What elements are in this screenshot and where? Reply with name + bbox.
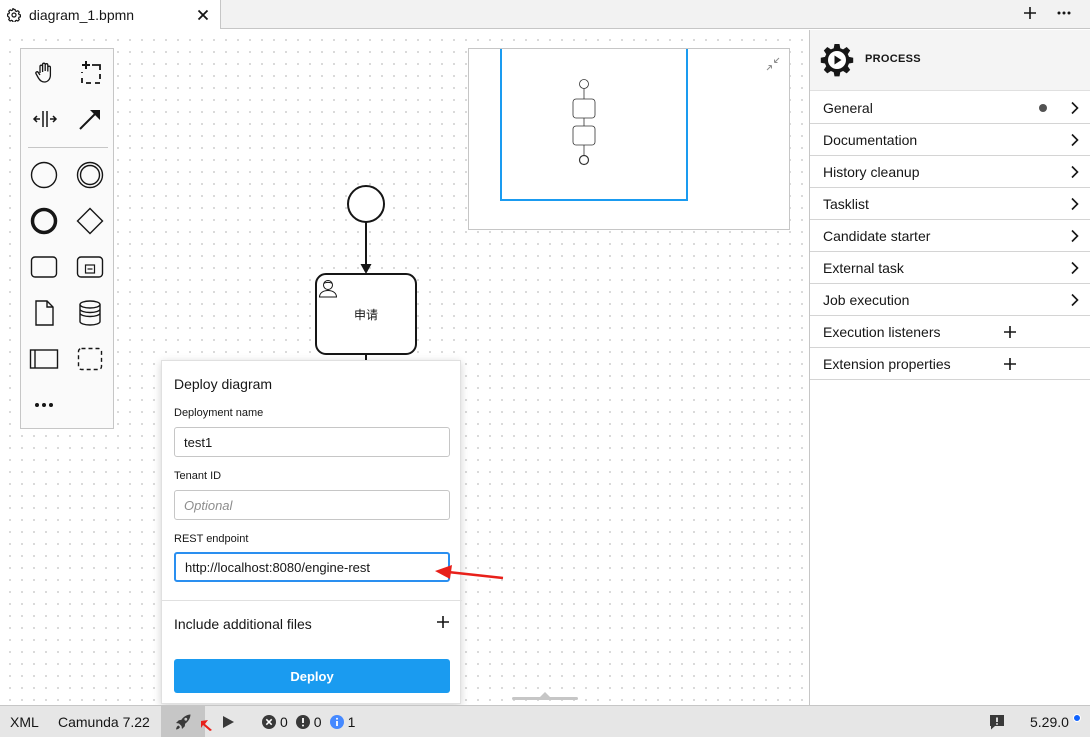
- group-job-execution[interactable]: Job execution: [810, 284, 1090, 316]
- rocket-icon: [176, 714, 191, 730]
- start-event-icon[interactable]: [28, 159, 60, 191]
- deploy-dialog-title: Deploy diagram: [174, 376, 273, 392]
- plus-icon[interactable]: [1003, 325, 1017, 339]
- rest-endpoint-label: REST endpoint: [174, 533, 249, 545]
- tab-diagram[interactable]: diagram_1.bpmn: [0, 0, 221, 29]
- group-candidate-starter[interactable]: Candidate starter: [810, 220, 1090, 252]
- gateway-icon[interactable]: [74, 205, 106, 237]
- play-icon[interactable]: [221, 715, 235, 729]
- error-count: 0: [280, 714, 288, 730]
- properties-header: PROCESS: [810, 30, 1090, 91]
- tabbar-actions: [1022, 5, 1072, 21]
- pool-icon[interactable]: [28, 343, 60, 375]
- more-icon[interactable]: [1056, 5, 1072, 21]
- sequence-flow[interactable]: [360, 222, 372, 274]
- update-available-badge: [1073, 714, 1081, 722]
- data-object-icon[interactable]: [28, 297, 60, 329]
- status-bar: XML Camunda 7.22 0 0 1 5.29.0: [0, 705, 1090, 737]
- group-label: Documentation: [823, 131, 918, 148]
- properties-panel: PROCESS General Documentation History cl…: [809, 30, 1090, 705]
- chevron-right-icon[interactable]: [1069, 133, 1081, 147]
- task-icon[interactable]: [28, 251, 60, 283]
- minimap[interactable]: [468, 48, 790, 230]
- more-tools-icon[interactable]: [28, 389, 60, 421]
- palette: [20, 48, 114, 429]
- warning-count: 0: [313, 714, 322, 730]
- gear-icon: [7, 7, 21, 22]
- rest-endpoint-input[interactable]: [174, 552, 450, 582]
- group-extension-properties[interactable]: Extension properties: [810, 348, 1090, 380]
- plus-icon[interactable]: [1003, 357, 1017, 371]
- group-label: Tasklist: [823, 195, 869, 212]
- engine-version-button[interactable]: Camunda 7.22: [58, 706, 150, 737]
- info-icon: [329, 715, 344, 729]
- include-files-label[interactable]: Include additional files: [174, 616, 312, 632]
- warning-icon: [295, 715, 310, 729]
- group-label: External task: [823, 259, 904, 276]
- lasso-tool-icon[interactable]: [74, 57, 106, 89]
- group-label: History cleanup: [823, 163, 920, 180]
- deploy-dialog-divider: [162, 600, 462, 601]
- process-gear-icon: [820, 44, 854, 77]
- group-icon[interactable]: [74, 343, 106, 375]
- problems-summary[interactable]: 0 0 1: [262, 706, 363, 737]
- data-store-icon[interactable]: [74, 297, 106, 329]
- bpmn-diagram: [315, 185, 417, 370]
- chevron-right-icon[interactable]: [1069, 293, 1081, 307]
- chevron-right-icon[interactable]: [1069, 261, 1081, 275]
- hand-tool-icon[interactable]: [29, 57, 61, 89]
- group-documentation[interactable]: Documentation: [810, 124, 1090, 156]
- group-label: Extension properties: [823, 355, 951, 372]
- intermediate-event-icon[interactable]: [74, 159, 106, 191]
- collapse-minimap-icon[interactable]: [766, 57, 780, 71]
- add-files-plus-icon[interactable]: [436, 615, 450, 629]
- tenant-id-input[interactable]: [174, 490, 450, 520]
- deployment-name-label: Deployment name: [174, 407, 264, 419]
- group-history-cleanup[interactable]: History cleanup: [810, 156, 1090, 188]
- group-label: Execution listeners: [823, 323, 941, 340]
- annotation-arrow-icon: [435, 565, 504, 580]
- group-label: General: [823, 99, 873, 116]
- app-version[interactable]: 5.29.0: [1030, 706, 1069, 737]
- annotation-arrow-icon: [201, 720, 212, 731]
- group-label: Candidate starter: [823, 227, 931, 244]
- has-entries-dot: [1039, 104, 1047, 112]
- chevron-right-icon[interactable]: [1069, 229, 1081, 243]
- close-icon[interactable]: [197, 9, 209, 21]
- group-execution-listeners[interactable]: Execution listeners: [810, 316, 1090, 348]
- tab-bar: diagram_1.bpmn: [0, 0, 1090, 29]
- minimap-diagram: [500, 49, 688, 201]
- end-event-icon[interactable]: [28, 205, 60, 237]
- deployment-name-input[interactable]: [174, 427, 450, 457]
- tab-title: diagram_1.bpmn: [29, 6, 135, 23]
- start-event[interactable]: [347, 185, 385, 223]
- group-tasklist[interactable]: Tasklist: [810, 188, 1090, 220]
- xml-view-button[interactable]: XML: [10, 706, 39, 737]
- subprocess-icon[interactable]: [74, 251, 106, 283]
- tenant-id-label: Tenant ID: [174, 470, 222, 482]
- plus-icon[interactable]: [1022, 5, 1038, 21]
- chevron-up-icon[interactable]: [538, 691, 552, 699]
- chevron-right-icon[interactable]: [1069, 101, 1081, 115]
- deploy-dialog: Deploy diagram Deployment name Tenant ID…: [161, 360, 462, 704]
- deploy-button[interactable]: Deploy: [174, 659, 450, 693]
- feedback-icon[interactable]: [989, 714, 1005, 730]
- group-label: Job execution: [823, 291, 910, 308]
- chevron-right-icon[interactable]: [1069, 165, 1081, 179]
- space-tool-icon[interactable]: [29, 103, 61, 135]
- chevron-right-icon[interactable]: [1069, 197, 1081, 211]
- properties-title: PROCESS: [865, 53, 921, 65]
- user-task-label: 申请: [353, 308, 378, 322]
- group-external-task[interactable]: External task: [810, 252, 1090, 284]
- group-general[interactable]: General: [810, 92, 1090, 124]
- info-count: 1: [347, 714, 356, 730]
- palette-separator: [28, 147, 108, 148]
- connect-tool-icon[interactable]: [74, 103, 106, 135]
- error-icon: [262, 715, 276, 729]
